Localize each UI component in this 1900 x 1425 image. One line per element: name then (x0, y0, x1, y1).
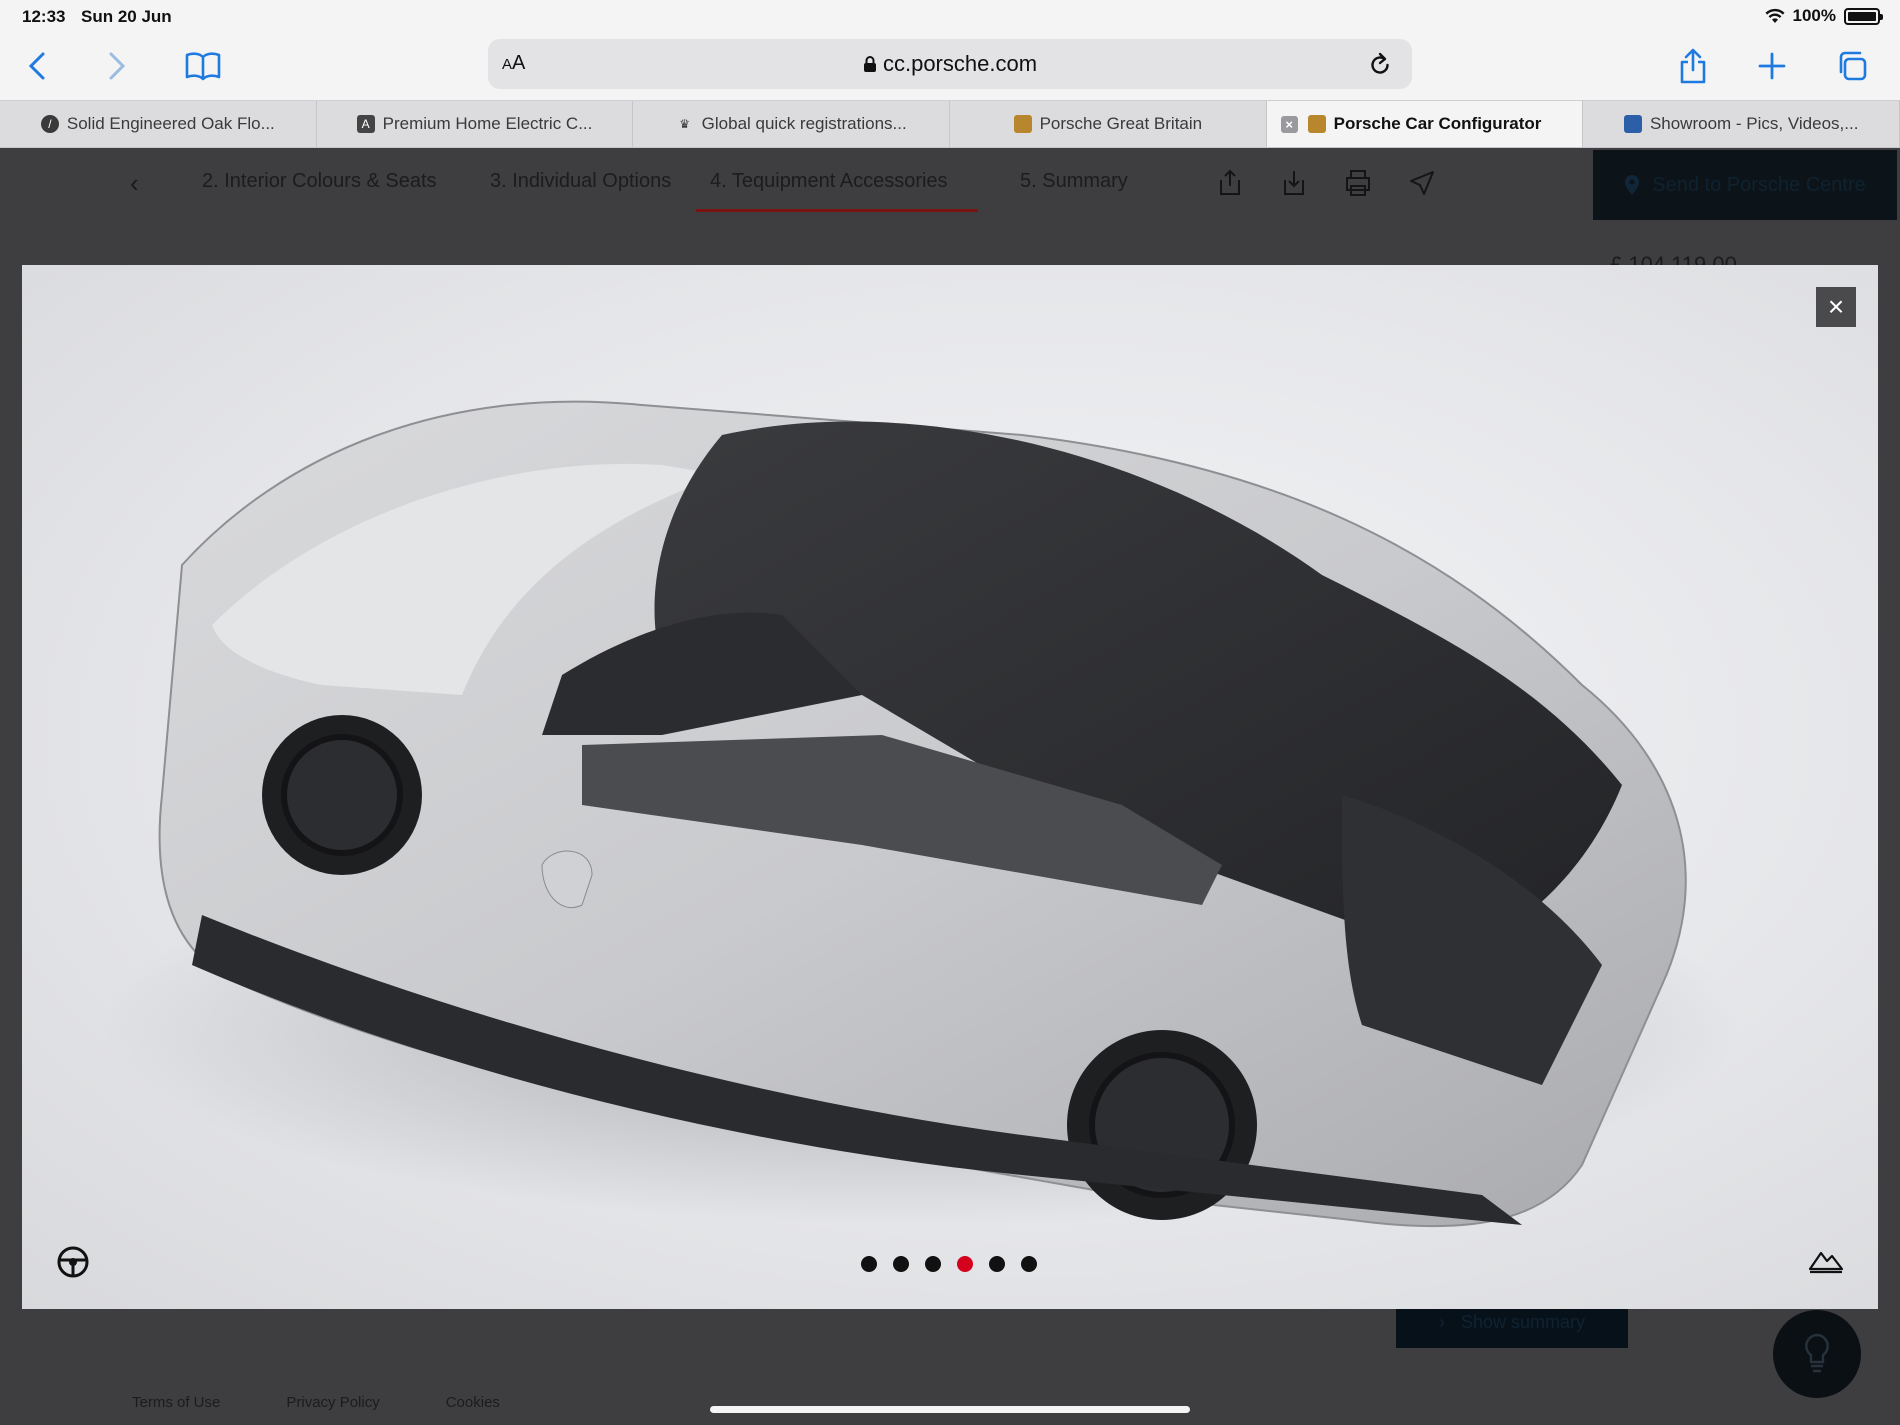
status-bar: 12:33 Sun 20 Jun 100% (0, 0, 1900, 34)
car-image (102, 400, 1742, 1228)
showroom-icon (1623, 115, 1642, 133)
gallery-dot-4[interactable] (957, 1256, 973, 1272)
help-button[interactable] (1773, 1310, 1861, 1398)
footer-privacy-link[interactable]: Privacy Policy (286, 1394, 379, 1411)
image-viewer: × (22, 265, 1878, 1309)
chevron-right-icon (109, 52, 126, 80)
home-indicator (710, 1406, 1190, 1413)
tab-solid-oak[interactable]: / Solid Engineered Oak Flo... (0, 101, 317, 147)
tab-title: Solid Engineered Oak Flo... (66, 114, 275, 133)
step-tequipment[interactable]: 4. Tequipment Accessories (696, 170, 978, 212)
share-button[interactable] (1671, 44, 1715, 88)
gallery-dot-1[interactable] (861, 1256, 877, 1272)
wifi-icon (1765, 8, 1785, 23)
close-button[interactable]: × (1816, 287, 1856, 327)
url-display[interactable]: cc.porsche.com (488, 51, 1412, 77)
status-time: 12:33 (22, 7, 66, 26)
porsche-crest-icon (1013, 115, 1032, 133)
plus-icon (1758, 52, 1786, 80)
steering-wheel-icon[interactable] (56, 1245, 90, 1279)
tab-title: Porsche Great Britain (1039, 114, 1203, 133)
battery-percent: 100% (1792, 6, 1836, 25)
send-button-label: Send to Porsche Centre (1652, 173, 1866, 196)
browser-toolbar: AAAA cc.porsche.com (0, 34, 1900, 100)
gallery-dot-2[interactable] (893, 1256, 909, 1272)
tabs-icon (1839, 51, 1867, 81)
lightbulb-icon (1805, 1333, 1829, 1373)
send-icon[interactable] (1407, 168, 1437, 198)
tab-showroom[interactable]: Showroom - Pics, Videos,... (1583, 101, 1900, 147)
tab-global-registrations[interactable]: ♛ Global quick registrations... (633, 101, 951, 147)
new-tab-button[interactable] (1750, 44, 1794, 88)
tab-porsche-configurator[interactable]: × Porsche Car Configurator (1266, 101, 1584, 147)
tab-porsche-gb[interactable]: Porsche Great Britain (950, 101, 1267, 147)
chevron-left-icon (28, 52, 45, 80)
crest-icon: ♛ (679, 117, 691, 131)
step-summary[interactable]: 5. Summary (1020, 170, 1128, 193)
tab-bar: / Solid Engineered Oak Flo... A Premium … (0, 100, 1900, 148)
print-icon[interactable] (1343, 168, 1373, 198)
a-logo-icon: A (356, 115, 375, 133)
footer-links: Terms of Use Privacy Policy Cookies (132, 1394, 500, 1411)
show-summary-label: Show summary (1460, 1311, 1586, 1332)
tab-close-icon[interactable]: × (1280, 116, 1298, 133)
tab-title: Porsche Car Configurator (1333, 114, 1542, 133)
gallery-dot-6[interactable] (1021, 1256, 1037, 1272)
scenery-icon[interactable] (1808, 1245, 1844, 1275)
porsche-crest-icon (1307, 115, 1326, 133)
step-individual-options[interactable]: 3. Individual Options (490, 170, 671, 193)
back-button[interactable] (15, 44, 59, 88)
step-interior[interactable]: 2. Interior Colours & Seats (202, 170, 437, 193)
tab-title: Premium Home Electric C... (382, 114, 593, 133)
forward-button[interactable] (95, 44, 139, 88)
status-right: 100% (1765, 6, 1883, 26)
footer-terms-link[interactable]: Terms of Use (132, 1394, 220, 1411)
status-date: Sun 20 Jun (81, 7, 172, 26)
gallery-dot-3[interactable] (925, 1256, 941, 1272)
book-icon (185, 52, 221, 81)
share-icon (1680, 48, 1706, 84)
url-text: cc.porsche.com (882, 51, 1038, 76)
tab-title: Showroom - Pics, Videos,... (1649, 114, 1859, 133)
location-pin-icon (1625, 175, 1640, 195)
share-icon[interactable] (1215, 168, 1245, 198)
download-icon[interactable] (1279, 168, 1309, 198)
leaf-logo-icon: / (40, 115, 59, 133)
battery-icon (1844, 7, 1883, 25)
send-to-centre-button[interactable]: Send to Porsche Centre (1593, 150, 1897, 220)
close-icon: × (1827, 291, 1845, 322)
gallery-dot-5[interactable] (989, 1256, 1005, 1272)
footer-cookies-link[interactable]: Cookies (446, 1394, 500, 1411)
lock-icon (863, 56, 876, 72)
address-bar[interactable]: AAAA cc.porsche.com (488, 39, 1412, 89)
tabs-overview-button[interactable] (1830, 44, 1874, 88)
step-navigation: ‹ 2. Interior Colours & Seats 3. Individ… (130, 148, 1897, 220)
gallery-pagination (861, 1256, 1037, 1272)
tab-premium-home-electric[interactable]: A Premium Home Electric C... (317, 101, 634, 147)
tab-title: Global quick registrations... (701, 114, 907, 133)
reload-icon[interactable] (1368, 51, 1392, 77)
bookmarks-button[interactable] (181, 44, 225, 88)
step-back-icon[interactable]: ‹ (130, 168, 139, 199)
chevron-right-icon: › (1438, 1311, 1445, 1332)
